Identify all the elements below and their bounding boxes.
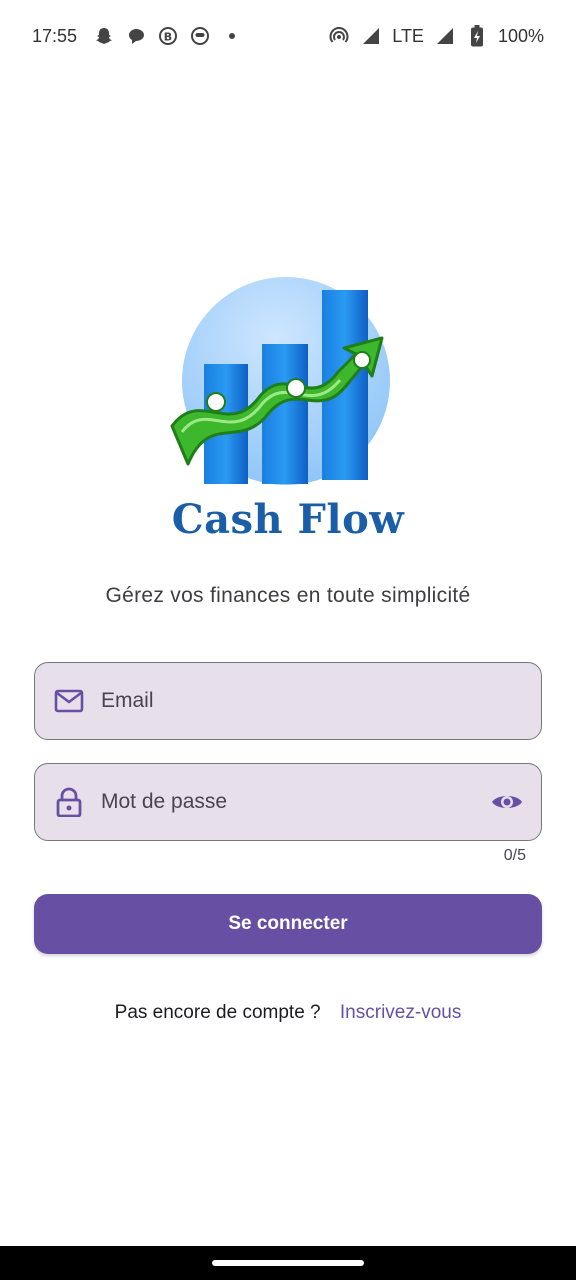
app-name: Cash Flow	[171, 496, 405, 543]
network-type: LTE	[392, 25, 424, 46]
login-button[interactable]: Se connecter	[34, 894, 542, 954]
snapchat-icon	[93, 25, 115, 47]
signal-icon	[360, 25, 382, 47]
tagline: Gérez vos finances en toute simplicité	[105, 584, 471, 607]
password-input[interactable]	[101, 764, 489, 840]
eye-icon[interactable]	[489, 784, 525, 820]
status-bar-right: LTE 100%	[328, 25, 544, 47]
battery-charging-icon	[466, 25, 488, 47]
logo-graphic	[170, 277, 390, 485]
mail-icon	[53, 685, 85, 717]
signup-row: Pas encore de compte ? Inscrivez-vous	[0, 1002, 576, 1024]
signup-prompt: Pas encore de compte ?	[114, 1002, 321, 1023]
svg-text:B: B	[164, 31, 172, 44]
home-indicator[interactable]	[212, 1260, 364, 1266]
lock-icon	[53, 786, 85, 818]
pound-coin	[353, 351, 371, 369]
signup-link[interactable]: Inscrivez-vous	[340, 1002, 461, 1023]
robot-icon	[189, 25, 211, 47]
email-input[interactable]	[101, 663, 541, 739]
email-field[interactable]	[34, 662, 542, 740]
signal-icon	[434, 25, 456, 47]
battery-level: 100%	[497, 25, 544, 46]
hotspot-icon	[328, 25, 350, 47]
status-bar-left: 17:55 B	[32, 25, 243, 47]
status-bar: 17:55 B LTE 100%	[0, 0, 576, 72]
chat-bubble-icon	[125, 25, 147, 47]
status-time: 17:55	[32, 25, 78, 46]
euro-coin	[286, 378, 306, 398]
password-field[interactable]	[34, 763, 542, 841]
b-circle-icon: B	[157, 25, 179, 47]
password-counter: 0/5	[503, 847, 526, 864]
dollar-coin	[206, 392, 226, 412]
dot-icon	[221, 25, 243, 47]
